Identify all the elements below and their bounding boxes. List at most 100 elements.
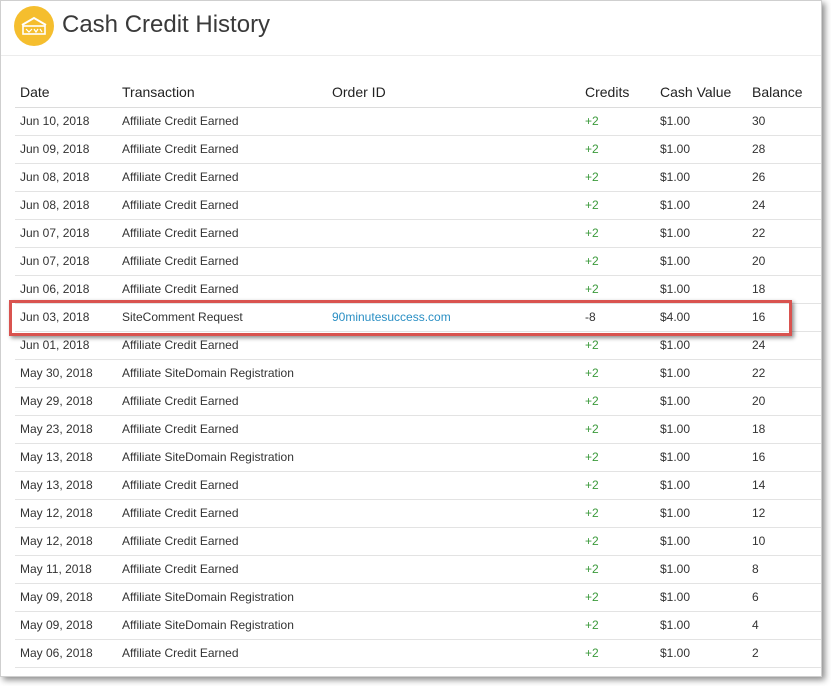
row-cash-value: $1.00 xyxy=(660,338,691,352)
order-id-link[interactable]: 90minutesuccess.com xyxy=(332,310,451,324)
row-balance: 18 xyxy=(752,282,766,296)
column-header-balance[interactable]: Balance xyxy=(752,81,803,103)
table-row: Jun 01, 2018 Affiliate Credit Earned +2 $1.… xyxy=(15,332,821,360)
row-date: May 11, 2018 xyxy=(20,562,92,576)
row-date: Jun 07, 2018 xyxy=(20,254,90,268)
row-transaction: Affiliate Credit Earned xyxy=(122,338,239,352)
row-credits: +2 xyxy=(585,114,599,128)
column-header-transaction[interactable]: Transaction xyxy=(122,81,195,103)
row-cash-value: $1.00 xyxy=(660,422,691,436)
table-row: May 23, 2018 Affiliate Credit Earned +2 $1.… xyxy=(15,416,821,444)
table-row: Jun 09, 2018 Affiliate Credit Earned +2 $1.… xyxy=(15,136,821,164)
row-balance: 26 xyxy=(752,170,766,184)
row-cash-value: $1.00 xyxy=(660,142,691,156)
table-row: Jun 06, 2018 Affiliate Credit Earned +2 $1.… xyxy=(15,276,821,304)
row-cash-value: $1.00 xyxy=(660,618,691,632)
row-credits: +2 xyxy=(585,562,599,576)
row-date: Jun 06, 2018 xyxy=(20,282,90,296)
table-row: Jun 10, 2018 Affiliate Credit Earned +2 $1.… xyxy=(15,108,821,136)
row-transaction: Affiliate Credit Earned xyxy=(122,142,239,156)
table-row: May 12, 2018 Affiliate Credit Earned +2 $1.… xyxy=(15,500,821,528)
table-row: May 11, 2018 Affiliate Credit Earned +2 $1.… xyxy=(15,556,821,584)
row-balance: 16 xyxy=(752,450,766,464)
row-credits: +2 xyxy=(585,478,599,492)
row-cash-value: $1.00 xyxy=(660,506,691,520)
row-cash-value: $1.00 xyxy=(660,646,691,660)
column-header-order-id[interactable]: Order ID xyxy=(332,81,386,103)
row-credits: +2 xyxy=(585,618,599,632)
cash-credit-history-panel: Cash Credit History Date Transaction Ord… xyxy=(0,0,822,677)
row-credits: +2 xyxy=(585,198,599,212)
table-row: May 06, 2018 Affiliate Credit Earned +2 $1.… xyxy=(15,640,821,668)
row-balance: 10 xyxy=(752,534,766,548)
row-date: May 13, 2018 xyxy=(20,478,93,492)
row-cash-value: $1.00 xyxy=(660,282,691,296)
row-credits: +2 xyxy=(585,394,599,408)
column-header-cash-value[interactable]: Cash Value xyxy=(660,81,731,103)
table-header-row: Date Transaction Order ID Credits Cash V… xyxy=(15,81,821,108)
row-credits: +2 xyxy=(585,646,599,660)
row-cash-value: $1.00 xyxy=(660,590,691,604)
row-credits: +2 xyxy=(585,450,599,464)
row-cash-value: $1.00 xyxy=(660,450,691,464)
row-balance: 8 xyxy=(752,562,759,576)
row-transaction: Affiliate Credit Earned xyxy=(122,170,239,184)
page-header: Cash Credit History xyxy=(1,1,821,56)
row-date: May 23, 2018 xyxy=(20,422,93,436)
row-credits: +2 xyxy=(585,506,599,520)
row-date: May 09, 2018 xyxy=(20,590,93,604)
column-header-date[interactable]: Date xyxy=(20,81,50,103)
row-balance: 20 xyxy=(752,254,766,268)
row-credits: +2 xyxy=(585,142,599,156)
row-date: May 29, 2018 xyxy=(20,394,93,408)
row-transaction: Affiliate Credit Earned xyxy=(122,282,239,296)
row-date: May 13, 2018 xyxy=(20,450,93,464)
row-balance: 22 xyxy=(752,366,766,380)
table-row: May 12, 2018 Affiliate Credit Earned +2 $1.… xyxy=(15,528,821,556)
table-row: May 09, 2018 Affiliate SiteDomain Registr… xyxy=(15,612,821,640)
row-credits: +2 xyxy=(585,590,599,604)
row-balance: 24 xyxy=(752,198,766,212)
row-credits: +2 xyxy=(585,338,599,352)
row-cash-value: $1.00 xyxy=(660,478,691,492)
row-credits: +2 xyxy=(585,170,599,184)
page-title: Cash Credit History xyxy=(62,11,271,38)
row-cash-value: $1.00 xyxy=(660,366,691,380)
row-credits: +2 xyxy=(585,226,599,240)
row-balance: 20 xyxy=(752,394,766,408)
row-date: Jun 03, 2018 xyxy=(20,310,90,324)
row-transaction: Affiliate SiteDomain Registration xyxy=(122,618,294,632)
row-balance: 22 xyxy=(752,226,766,240)
row-date: May 06, 2018 xyxy=(20,646,93,660)
logo-house-icon xyxy=(21,16,47,35)
row-cash-value: $1.00 xyxy=(660,114,691,128)
row-cash-value: $1.00 xyxy=(660,562,691,576)
row-cash-value: $1.00 xyxy=(660,226,691,240)
table-row: May 30, 2018 Affiliate SiteDomain Registr… xyxy=(15,360,821,388)
row-transaction: Affiliate SiteDomain Registration xyxy=(122,590,294,604)
table-row: May 13, 2018 Affiliate Credit Earned +2 $1.… xyxy=(15,472,821,500)
row-transaction: SiteComment Request xyxy=(122,310,243,324)
column-header-credits[interactable]: Credits xyxy=(585,81,629,103)
row-balance: 6 xyxy=(752,590,759,604)
row-transaction: Affiliate Credit Earned xyxy=(122,422,239,436)
row-credits: +2 xyxy=(585,254,599,268)
credit-history-table: Date Transaction Order ID Credits Cash V… xyxy=(15,81,821,668)
row-date: May 30, 2018 xyxy=(20,366,93,380)
row-date: May 09, 2018 xyxy=(20,618,93,632)
row-date: Jun 08, 2018 xyxy=(20,198,90,212)
row-cash-value: $1.00 xyxy=(660,394,691,408)
brand-logo-icon[interactable] xyxy=(14,6,54,46)
row-balance: 28 xyxy=(752,142,766,156)
row-balance: 24 xyxy=(752,338,766,352)
row-transaction: Affiliate Credit Earned xyxy=(122,254,239,268)
row-balance: 2 xyxy=(752,646,759,660)
row-balance: 16 xyxy=(752,310,766,324)
row-transaction: Affiliate Credit Earned xyxy=(122,226,239,240)
row-date: Jun 09, 2018 xyxy=(20,142,90,156)
row-credits: +2 xyxy=(585,422,599,436)
row-cash-value: $1.00 xyxy=(660,534,691,548)
table-row: Jun 08, 2018 Affiliate Credit Earned +2 $1.… xyxy=(15,192,821,220)
row-balance: 18 xyxy=(752,422,766,436)
row-order-id: 90minutesuccess.com xyxy=(332,304,451,331)
